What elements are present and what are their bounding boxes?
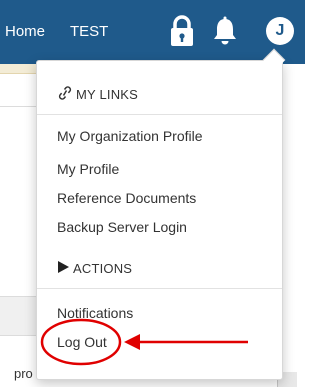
bell-icon[interactable] (210, 14, 240, 48)
menu-item-backup-server-login[interactable]: Backup Server Login (57, 218, 187, 236)
lock-icon[interactable] (167, 14, 197, 48)
menu-item-log-out[interactable]: Log Out (57, 333, 107, 351)
background-partial-text: pro (14, 366, 33, 381)
link-icon (57, 86, 73, 103)
background-table-row (0, 296, 40, 336)
notice-strip (0, 64, 40, 74)
my-links-header: MY LINKS (57, 86, 138, 103)
top-navbar: Home TEST J (0, 0, 305, 64)
section-divider (37, 288, 282, 289)
actions-title: ACTIONS (73, 261, 133, 276)
menu-item-notifications[interactable]: Notifications (57, 304, 133, 322)
menu-item-my-profile[interactable]: My Profile (57, 160, 119, 178)
menu-item-my-organization-profile[interactable]: My Organization Profile (57, 127, 203, 145)
background-divider (0, 106, 40, 107)
nav-test-link[interactable]: TEST (70, 22, 108, 42)
my-links-title: MY LINKS (76, 87, 139, 102)
menu-item-reference-documents[interactable]: Reference Documents (57, 189, 196, 207)
section-divider (37, 114, 282, 115)
user-avatar-button[interactable]: J (266, 17, 294, 45)
nav-home-link[interactable]: Home (5, 22, 45, 42)
actions-header: ACTIONS (57, 260, 132, 277)
play-icon (57, 260, 70, 277)
